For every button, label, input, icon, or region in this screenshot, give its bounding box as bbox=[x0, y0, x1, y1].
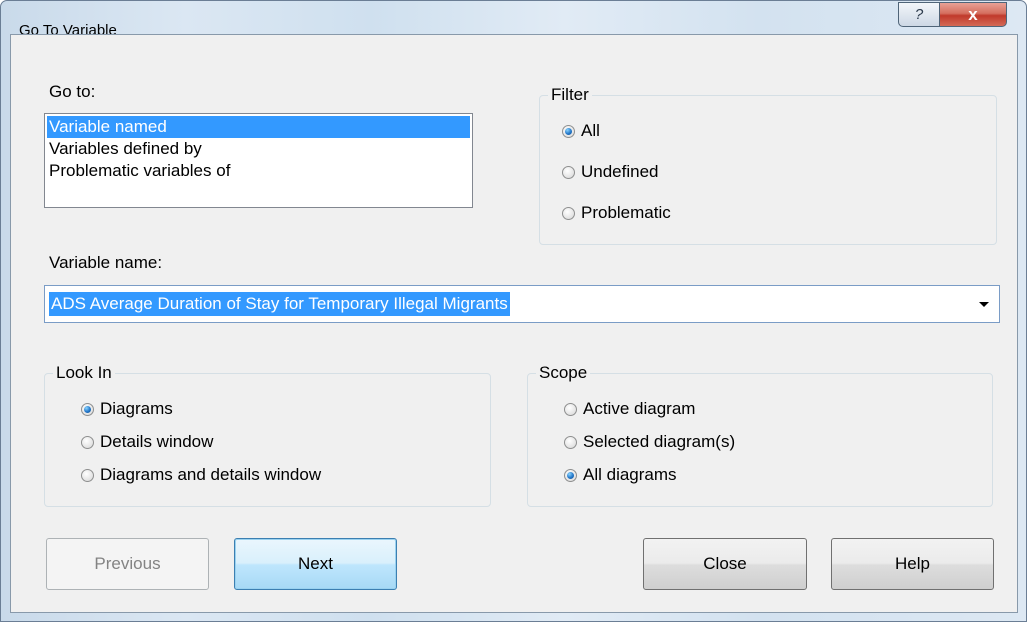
next-button[interactable]: Next bbox=[234, 538, 397, 590]
filter-all-label: All bbox=[581, 121, 600, 140]
goto-listbox[interactable]: Variable named Variables defined by Prob… bbox=[44, 113, 473, 208]
filter-group-title: Filter bbox=[548, 85, 592, 105]
goto-item-problematic-variables-of[interactable]: Problematic variables of bbox=[47, 160, 470, 182]
scope-group-title: Scope bbox=[536, 363, 591, 383]
filter-problematic-radio[interactable] bbox=[562, 206, 575, 220]
scope-all-option[interactable]: All diagrams bbox=[564, 465, 677, 485]
scope-active-label: Active diagram bbox=[583, 399, 696, 418]
scope-active-radio[interactable] bbox=[564, 402, 577, 416]
variable-name-label: Variable name: bbox=[49, 253, 163, 272]
help-button[interactable]: Help bbox=[831, 538, 994, 590]
filter-problematic-label: Problematic bbox=[581, 203, 671, 222]
look-in-diagrams-label: Diagrams bbox=[100, 399, 173, 418]
scope-selected-label: Selected diagram(s) bbox=[583, 432, 736, 451]
look-in-details-radio[interactable] bbox=[81, 435, 94, 449]
look-in-details-label: Details window bbox=[100, 432, 214, 451]
close-button[interactable]: Close bbox=[643, 538, 807, 590]
close-icon: x bbox=[968, 4, 978, 24]
look-in-both-option[interactable]: Diagrams and details window bbox=[81, 465, 321, 485]
go-to-variable-dialog: Go To Variable ? x Go to: Variable named… bbox=[0, 0, 1027, 622]
scope-group: Scope Active diagram Selected diagram(s)… bbox=[527, 363, 993, 507]
look-in-group-title: Look In bbox=[53, 363, 115, 383]
look-in-group: Look In Diagrams Details window Diagrams… bbox=[44, 363, 491, 507]
look-in-both-radio[interactable] bbox=[81, 468, 94, 482]
look-in-both-label: Diagrams and details window bbox=[100, 465, 322, 484]
filter-undefined-label: Undefined bbox=[581, 162, 659, 181]
look-in-details-option[interactable]: Details window bbox=[81, 432, 213, 452]
variable-name-value[interactable]: ADS Average Duration of Stay for Tempora… bbox=[49, 292, 510, 316]
look-in-diagrams-radio[interactable] bbox=[81, 402, 94, 416]
goto-label: Go to: bbox=[49, 82, 96, 101]
goto-item-variables-defined-by[interactable]: Variables defined by bbox=[47, 138, 470, 160]
variable-name-combobox[interactable]: ADS Average Duration of Stay for Tempora… bbox=[44, 285, 1000, 323]
title-close-button[interactable]: x bbox=[939, 2, 1007, 27]
title-help-button[interactable]: ? bbox=[898, 2, 940, 27]
chevron-down-icon[interactable] bbox=[979, 302, 989, 307]
scope-selected-radio[interactable] bbox=[564, 435, 577, 449]
filter-undefined-radio[interactable] bbox=[562, 165, 575, 179]
filter-all-option[interactable]: All bbox=[562, 121, 600, 141]
question-mark-icon: ? bbox=[914, 6, 924, 23]
goto-item-variable-named[interactable]: Variable named bbox=[47, 116, 470, 138]
scope-all-label: All diagrams bbox=[583, 465, 677, 484]
filter-group: Filter All Undefined Problematic bbox=[539, 85, 997, 245]
previous-button[interactable]: Previous bbox=[46, 538, 209, 590]
scope-all-radio[interactable] bbox=[564, 468, 577, 482]
filter-undefined-option[interactable]: Undefined bbox=[562, 162, 659, 182]
look-in-diagrams-option[interactable]: Diagrams bbox=[81, 399, 173, 419]
filter-problematic-option[interactable]: Problematic bbox=[562, 203, 671, 223]
dialog-body: Go to: Variable named Variables defined … bbox=[10, 34, 1018, 613]
scope-active-option[interactable]: Active diagram bbox=[564, 399, 695, 419]
scope-selected-option[interactable]: Selected diagram(s) bbox=[564, 432, 735, 452]
filter-all-radio[interactable] bbox=[562, 124, 575, 138]
